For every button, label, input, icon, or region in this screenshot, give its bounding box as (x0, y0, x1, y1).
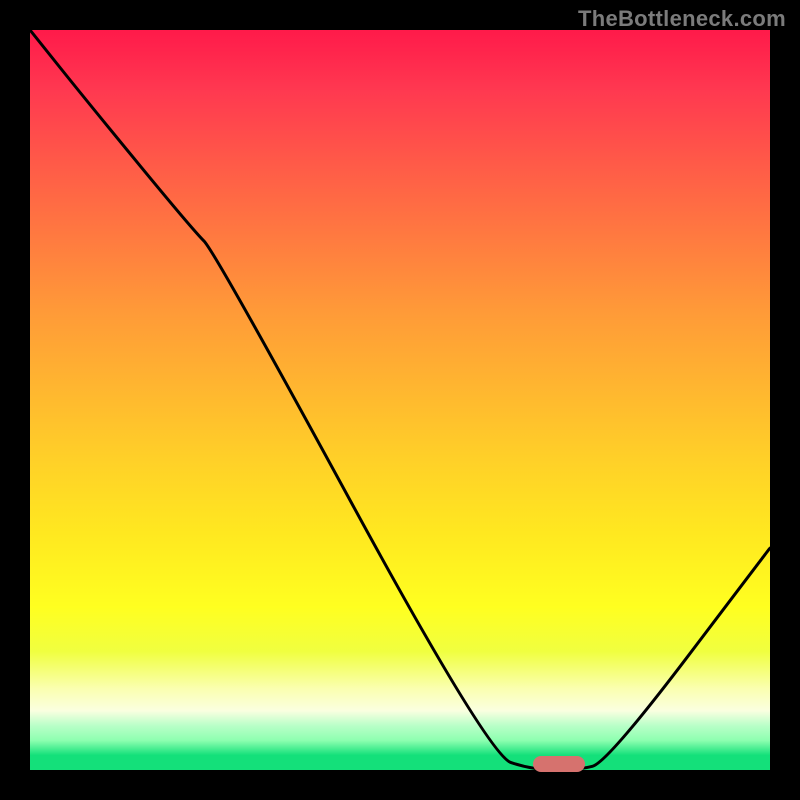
bottleneck-curve (30, 30, 770, 770)
optimal-range-marker (533, 756, 585, 772)
plot-area (30, 30, 770, 770)
watermark-label: TheBottleneck.com (578, 6, 786, 32)
chart-frame: TheBottleneck.com (0, 0, 800, 800)
curve-path (30, 30, 770, 770)
